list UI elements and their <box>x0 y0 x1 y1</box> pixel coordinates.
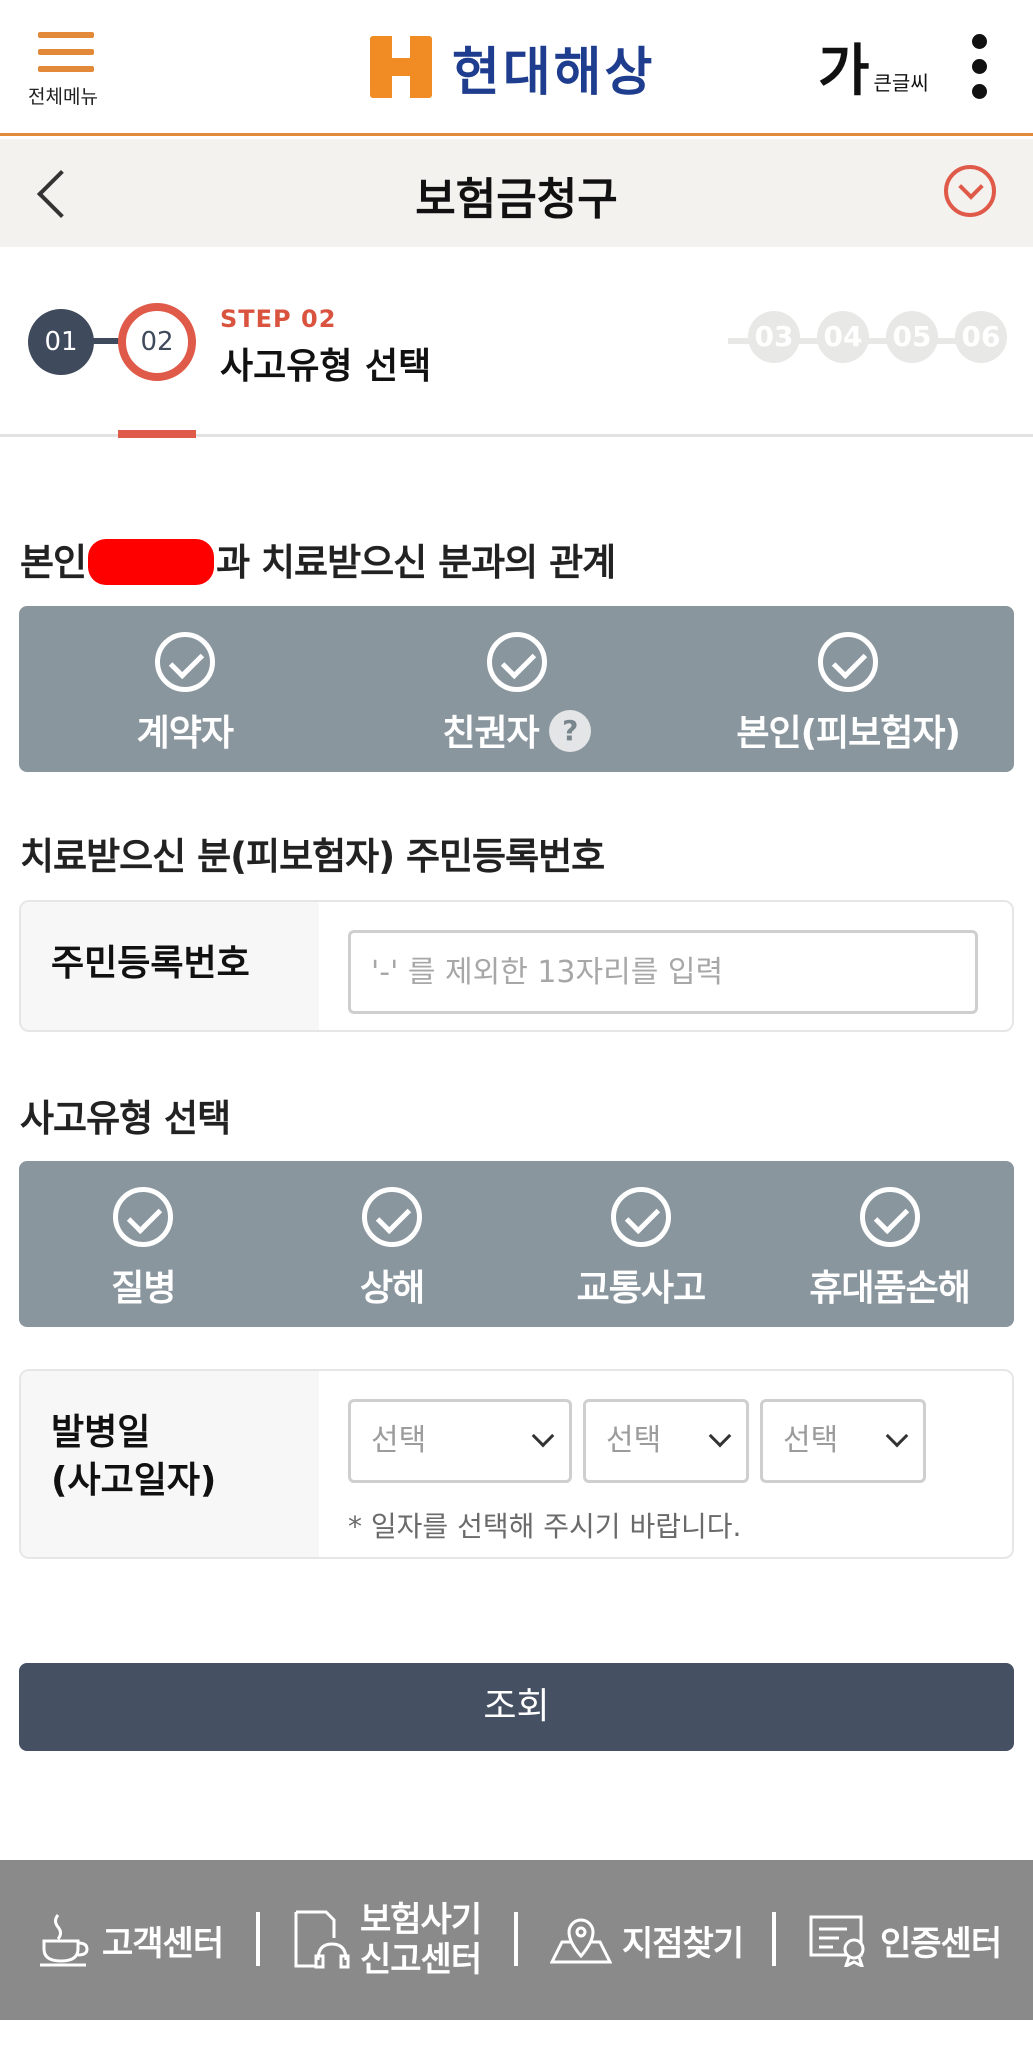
resident-number-input[interactable] <box>348 930 978 1014</box>
year-select-value: 선택 <box>371 1423 427 1458</box>
accident-option-traffic[interactable]: 교통사고 <box>517 1161 766 1327</box>
relation-option-label: 계약자 <box>136 713 234 754</box>
page-title: 보험금청구 <box>415 174 618 225</box>
map-pin-icon <box>550 1918 612 1964</box>
hamburger-icon <box>38 30 94 74</box>
hyundai-h-logo-icon <box>370 36 432 98</box>
all-menu-button[interactable]: 전체메뉴 <box>26 30 106 110</box>
progress-stepper: 01 02 STEP 02 사고유형 선택 03 04 05 06 <box>0 247 1033 437</box>
month-select[interactable]: 선택 <box>583 1399 749 1483</box>
current-step-tag: STEP 02 <box>220 305 337 333</box>
month-select-value: 선택 <box>606 1423 662 1458</box>
year-select[interactable]: 선택 <box>348 1399 572 1483</box>
check-circle-icon <box>610 1187 671 1247</box>
all-menu-label: 전체메뉴 <box>28 86 98 108</box>
footer-branch-finder-label: 지점찾기 <box>622 1923 744 1964</box>
day-select[interactable]: 선택 <box>760 1399 926 1483</box>
app-header: 전체메뉴 현대해상 가 큰글씨 <box>0 0 1033 136</box>
form-label-cell: 발병일 (사고일자) <box>21 1371 319 1557</box>
step-06-badge: 06 <box>955 311 1007 363</box>
check-circle-icon <box>113 1187 174 1247</box>
chevron-down-icon <box>531 1424 555 1448</box>
more-options-icon[interactable] <box>968 34 992 100</box>
accident-date-form: 발병일 (사고일자) 선택 선택 선택 * 일자를 선택해 주시기 바랍니다. <box>19 1369 1014 1559</box>
current-step-name: 사고유형 선택 <box>220 346 432 387</box>
accident-option-belongings[interactable]: 휴대품손해 <box>765 1161 1014 1327</box>
footer-bottom-strip <box>0 2020 1033 2048</box>
accident-option-label: 휴대품손해 <box>809 1268 971 1309</box>
footer-branch-finder[interactable]: 지점찾기 <box>550 1860 744 2020</box>
footer-fraud-report-line1: 보험사기 <box>360 1900 482 1940</box>
step-04-badge: 04 <box>817 311 869 363</box>
step-01-badge: 01 <box>28 309 94 375</box>
accident-option-label: 상해 <box>360 1268 425 1309</box>
check-circle-icon <box>818 632 879 692</box>
resident-number-form: 주민등록번호 <box>19 900 1014 1032</box>
accident-option-label: 질병 <box>111 1268 176 1309</box>
coffee-cup-icon <box>40 1914 89 1967</box>
certificate-icon <box>809 1915 865 1967</box>
step-02-badge: 02 <box>118 303 196 381</box>
footer-certification-center-label: 인증센터 <box>880 1923 1002 1964</box>
step-03-badge: 03 <box>748 311 800 363</box>
resident-number-section-label: 치료받으신 분(피보험자) 주민등록번호 <box>20 835 605 878</box>
accident-option-illness[interactable]: 질병 <box>19 1161 268 1327</box>
accident-type-section-label: 사고유형 선택 <box>20 1097 231 1140</box>
redacted-name <box>88 538 215 585</box>
accident-option-label: 교통사고 <box>576 1268 706 1309</box>
large-font-button[interactable]: 가 큰글씨 <box>818 32 929 102</box>
large-font-label: 큰글씨 <box>873 71 929 95</box>
relation-label-after: 과 치료받으신 분과의 관계 <box>216 541 616 584</box>
help-question-icon[interactable]: ? <box>548 710 591 752</box>
step-05-badge: 05 <box>886 311 938 363</box>
footer-fraud-report-line2: 신고센터 <box>360 1940 482 1980</box>
current-step-indicator <box>118 430 196 438</box>
search-button[interactable]: 조회 <box>19 1663 1014 1751</box>
footer-certification-center[interactable]: 인증센터 <box>808 1860 1002 2020</box>
footer-nav: 고객센터 보험사기 신고센터 지점찾기 인증센터 <box>0 1860 1033 2020</box>
date-select-note: * 일자를 선택해 주시기 바랍니다. <box>348 1510 742 1543</box>
footer-divider <box>772 1912 776 1966</box>
day-select-value: 선택 <box>783 1423 839 1458</box>
footer-divider <box>514 1912 518 1966</box>
relation-label-before: 본인 <box>20 541 87 584</box>
accident-type-options: 질병 상해 교통사고 휴대품손해 <box>19 1161 1014 1327</box>
relation-option-guardian[interactable]: 친권자? <box>351 606 683 772</box>
resident-number-label: 주민등록번호 <box>51 943 250 984</box>
relation-option-label: 친권자 <box>442 713 539 754</box>
check-circle-icon <box>859 1187 920 1247</box>
check-circle-icon <box>486 632 547 692</box>
accident-date-label-line1: 발병일 <box>51 1412 151 1453</box>
chevron-down-icon <box>708 1424 732 1448</box>
accident-option-injury[interactable]: 상해 <box>268 1161 517 1327</box>
headset-document-icon <box>294 1910 350 1969</box>
relation-option-policyholder[interactable]: 계약자 <box>19 606 351 772</box>
footer-divider <box>256 1912 260 1966</box>
brand-name: 현대해상 <box>452 42 656 103</box>
relation-option-label-wrap: 친권자? <box>351 704 683 756</box>
accident-date-label-line2: (사고일자) <box>51 1460 217 1501</box>
footer-customer-center[interactable]: 고객센터 <box>38 1860 224 2020</box>
relation-option-label: 본인(피보험자) <box>736 713 961 754</box>
relation-option-insured[interactable]: 본인(피보험자) <box>682 606 1014 772</box>
form-label-cell: 주민등록번호 <box>21 902 319 1030</box>
footer-fraud-report-label: 보험사기 신고센터 <box>360 1900 482 1980</box>
brand-logo-link[interactable]: 현대해상 <box>370 34 655 103</box>
relation-section-label: 본인 과 치료받으신 분과의 관계 <box>20 532 616 588</box>
chevron-down-circle-icon[interactable] <box>944 165 996 217</box>
page-title-bar: 보험금청구 <box>0 139 1033 247</box>
footer-customer-center-label: 고객센터 <box>102 1923 224 1964</box>
footer-fraud-report[interactable]: 보험사기 신고센터 <box>292 1860 482 2020</box>
relation-options: 계약자 친권자? 본인(피보험자) <box>19 606 1014 772</box>
font-size-glyph: 가 <box>818 39 870 104</box>
check-circle-icon <box>154 632 215 692</box>
check-circle-icon <box>362 1187 423 1247</box>
chevron-down-icon <box>885 1424 909 1448</box>
